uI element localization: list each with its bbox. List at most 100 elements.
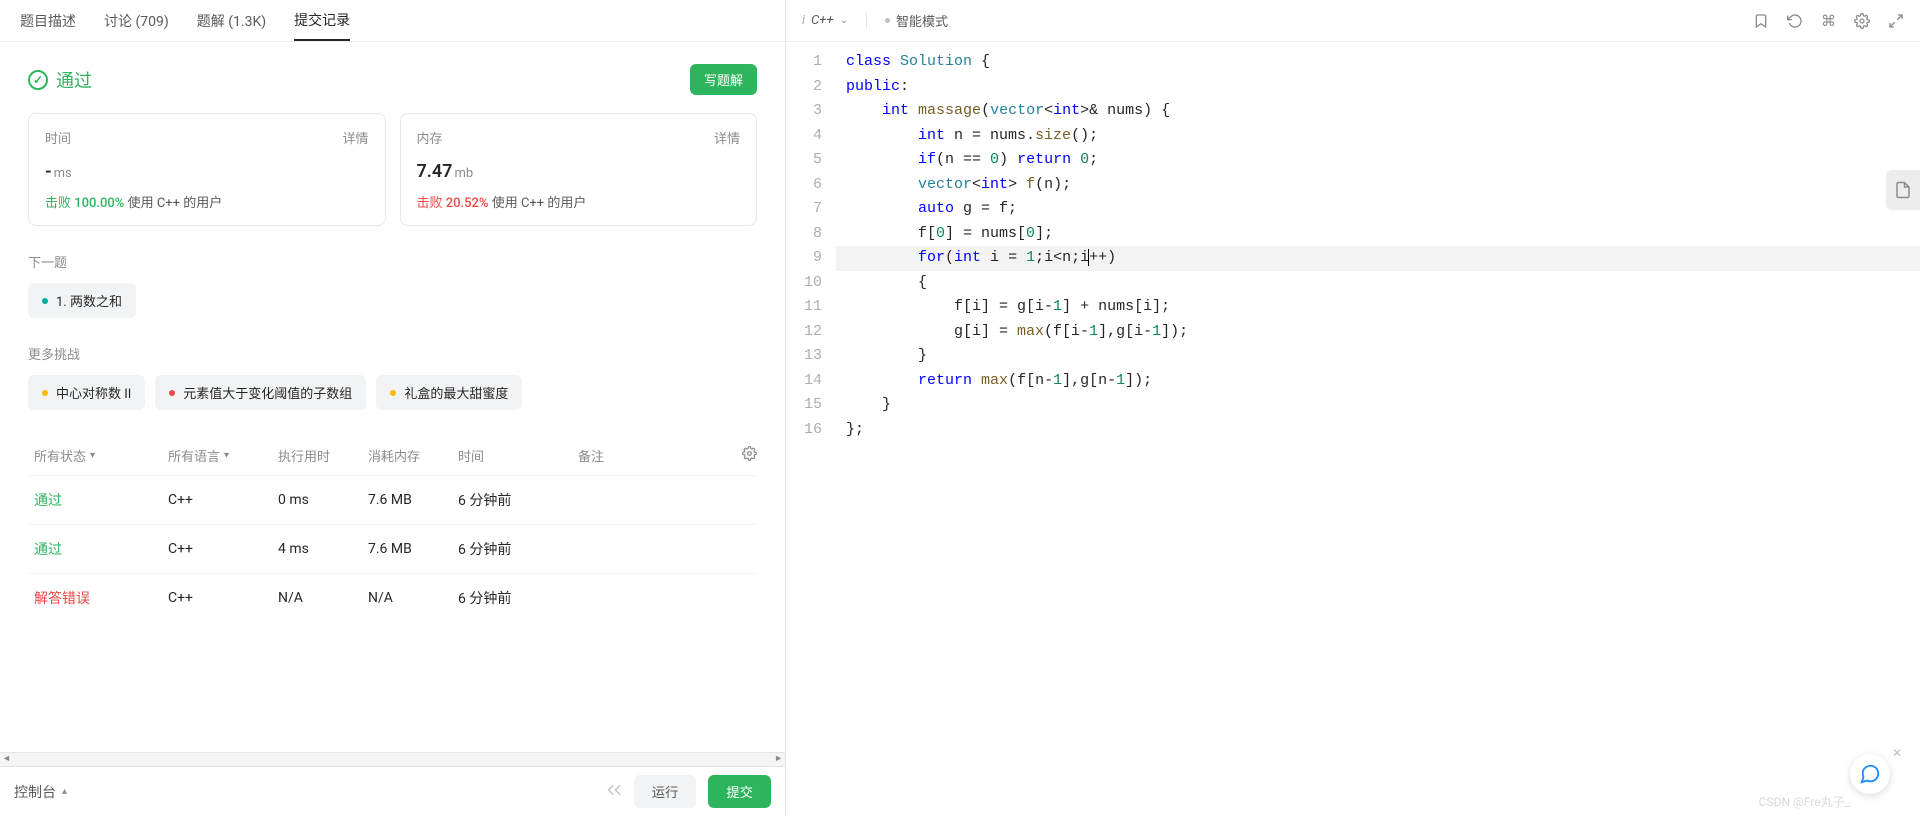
chat-close-icon[interactable]: ✕ xyxy=(1892,746,1902,760)
chevron-down-icon: ▾ xyxy=(224,450,229,461)
next-problem-text: 1. 两数之和 xyxy=(56,291,122,310)
code-line[interactable]: f[0] = nums[0]; xyxy=(836,222,1920,247)
language-label: C++ xyxy=(811,13,834,28)
stat-mem-users: 使用 C++ 的用户 xyxy=(492,196,587,211)
code-area[interactable]: class Solution {public: int massage(vect… xyxy=(836,50,1920,816)
language-selector[interactable]: i C++ ⌄ xyxy=(802,13,848,28)
stat-mem-detail[interactable]: 详情 xyxy=(714,128,740,147)
submit-button[interactable]: 提交 xyxy=(708,775,771,808)
code-line[interactable]: vector<int> f(n); xyxy=(836,173,1920,198)
code-line[interactable]: for(int i = 1;i<n;i++) xyxy=(836,246,1920,271)
next-problem-pill[interactable]: 1. 两数之和 xyxy=(28,283,136,318)
code-line[interactable]: class Solution { xyxy=(836,50,1920,75)
table-row[interactable]: 通过C++4 ms7.6 MB6 分钟前 xyxy=(28,524,757,573)
code-line[interactable]: { xyxy=(836,271,1920,296)
code-line[interactable]: int n = nums.size(); xyxy=(836,124,1920,149)
content-scroll[interactable]: 通过 写题解 时间 详情 -ms 击败 100.00% 使用 C++ 的用户 xyxy=(0,42,785,752)
gear-icon[interactable] xyxy=(731,446,757,465)
challenge-pill[interactable]: 中心对称数 II xyxy=(28,375,145,410)
console-bar: 控制台 ▴ 运行 提交 xyxy=(0,766,785,816)
reset-icon[interactable] xyxy=(1787,13,1803,29)
console-toggle[interactable]: 控制台 ▴ xyxy=(14,782,67,802)
run-button[interactable]: 运行 xyxy=(634,775,697,808)
cell-memory: 7.6 MB xyxy=(368,492,458,508)
challenge-pill[interactable]: 元素值大于变化阈值的子数组 xyxy=(155,375,366,410)
settings-icon[interactable] xyxy=(1854,13,1870,29)
difficulty-dot xyxy=(390,390,396,396)
next-label: 下一题 xyxy=(28,252,757,271)
hdr-time: 时间 xyxy=(458,446,578,465)
hdr-memory: 消耗内存 xyxy=(368,446,458,465)
write-solution-button[interactable]: 写题解 xyxy=(690,64,757,95)
cell-runtime: N/A xyxy=(278,590,368,606)
stat-mem-title: 内存 xyxy=(417,128,443,147)
table-row[interactable]: 解答错误C++N/AN/A6 分钟前 xyxy=(28,573,757,622)
code-line[interactable]: } xyxy=(836,393,1920,418)
challenge-text: 中心对称数 II xyxy=(56,383,131,402)
result-status-text: 通过 xyxy=(56,67,92,93)
cell-memory: N/A xyxy=(368,590,458,606)
side-tab-notes[interactable] xyxy=(1886,170,1920,210)
divider xyxy=(866,13,867,29)
code-line[interactable]: } xyxy=(836,344,1920,369)
challenge-text: 礼盒的最大甜蜜度 xyxy=(404,383,508,402)
more-tags-row: 中心对称数 II 元素值大于变化阈值的子数组 礼盒的最大甜蜜度 xyxy=(28,375,757,410)
code-line[interactable]: return max(f[n-1],g[n-1]); xyxy=(836,369,1920,394)
stat-mem-beat-label: 击败 xyxy=(417,196,443,211)
cell-status: 解答错误 xyxy=(28,588,168,608)
tab-submissions[interactable]: 提交记录 xyxy=(294,0,350,41)
difficulty-dot xyxy=(169,390,175,396)
difficulty-dot xyxy=(42,390,48,396)
stat-time-title: 时间 xyxy=(45,128,71,147)
code-line[interactable]: }; xyxy=(836,418,1920,443)
stat-card-time[interactable]: 时间 详情 -ms 击败 100.00% 使用 C++ 的用户 xyxy=(28,113,386,226)
bookmark-icon[interactable] xyxy=(1753,13,1769,29)
right-pane: i C++ ⌄ 智能模式 ⌘ 12345678910111213141516 xyxy=(786,0,1920,816)
chevron-down-icon: ▾ xyxy=(90,450,95,461)
stat-time-detail[interactable]: 详情 xyxy=(342,128,368,147)
code-line[interactable]: public: xyxy=(836,75,1920,100)
tabs-row: 题目描述 讨论 (709) 题解 (1.3K) 提交记录 xyxy=(0,0,785,42)
hdr-lang[interactable]: 所有语言▾ xyxy=(168,446,278,465)
code-line[interactable]: int massage(vector<int>& nums) { xyxy=(836,99,1920,124)
tab-discussion[interactable]: 讨论 (709) xyxy=(104,0,169,41)
stat-mem-beat-pct: 20.52% xyxy=(446,196,489,211)
cell-lang: C++ xyxy=(168,541,278,557)
hdr-status[interactable]: 所有状态▾ xyxy=(28,446,168,465)
cell-time: 6 分钟前 xyxy=(458,490,578,510)
collapse-icon[interactable] xyxy=(606,782,622,802)
result-status: 通过 xyxy=(28,67,92,93)
mode-selector[interactable]: 智能模式 xyxy=(885,11,948,30)
submissions-table: 所有状态▾ 所有语言▾ 执行用时 消耗内存 时间 备注 通过C++0 ms7.6… xyxy=(28,436,757,622)
stat-mem-unit: mb xyxy=(454,166,473,181)
cell-time: 6 分钟前 xyxy=(458,588,578,608)
shortcut-icon[interactable]: ⌘ xyxy=(1821,12,1836,30)
code-line[interactable]: g[i] = max(f[i-1],g[i-1]); xyxy=(836,320,1920,345)
cell-memory: 7.6 MB xyxy=(368,541,458,557)
challenge-text: 元素值大于变化阈值的子数组 xyxy=(183,383,352,402)
console-label: 控制台 xyxy=(14,782,56,802)
stat-time-users: 使用 C++ 的用户 xyxy=(128,196,223,211)
cell-status: 通过 xyxy=(28,539,168,559)
code-line[interactable]: auto g = f; xyxy=(836,197,1920,222)
cell-runtime: 0 ms xyxy=(278,492,368,508)
hdr-runtime: 执行用时 xyxy=(278,446,368,465)
stat-card-memory[interactable]: 内存 详情 7.47mb 击败 20.52% 使用 C++ 的用户 xyxy=(400,113,758,226)
stat-time-value: - xyxy=(45,161,52,182)
cell-status: 通过 xyxy=(28,490,168,510)
chat-button[interactable] xyxy=(1850,754,1890,794)
code-line[interactable]: f[i] = g[i-1] + nums[i]; xyxy=(836,295,1920,320)
code-line[interactable]: if(n == 0) return 0; xyxy=(836,148,1920,173)
fullscreen-icon[interactable] xyxy=(1888,13,1904,29)
hdr-note: 备注 xyxy=(578,446,731,465)
mode-dot-icon xyxy=(885,18,890,23)
tab-description[interactable]: 题目描述 xyxy=(20,0,76,41)
stat-mem-value: 7.47 xyxy=(417,161,453,182)
tab-solutions[interactable]: 题解 (1.3K) xyxy=(197,0,266,41)
challenge-pill[interactable]: 礼盒的最大甜蜜度 xyxy=(376,375,522,410)
horizontal-scrollbar[interactable] xyxy=(0,752,785,766)
editor-header: i C++ ⌄ 智能模式 ⌘ xyxy=(786,0,1920,42)
code-editor[interactable]: 12345678910111213141516 class Solution {… xyxy=(786,42,1920,816)
table-row[interactable]: 通过C++0 ms7.6 MB6 分钟前 xyxy=(28,475,757,524)
difficulty-dot-easy xyxy=(42,298,48,304)
